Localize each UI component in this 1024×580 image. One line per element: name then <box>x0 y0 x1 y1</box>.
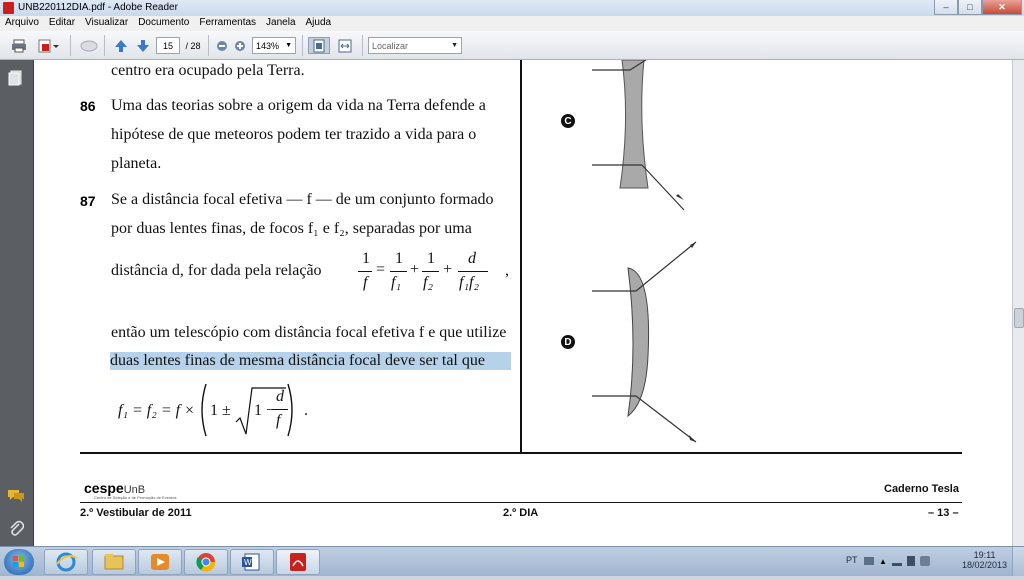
toolbar: 15 / 28 143% ▼ Localizar ▼ <box>0 31 1024 60</box>
previous-question-tail: centro era ocupado pela Terra. <box>111 62 305 79</box>
cespe-subtitle: Centro de Seleção e de Promoção de Event… <box>94 495 177 500</box>
option-c-label: C <box>561 114 575 128</box>
scrollbar-thumb[interactable] <box>1014 308 1024 328</box>
pdf-page: centro era ocupado pela Terra. 86 Uma da… <box>34 60 1012 546</box>
converging-lens-diagram <box>592 241 697 443</box>
menu-visualizar[interactable]: Visualizar <box>80 16 133 31</box>
exam-day: 2.º DIA <box>503 507 539 519</box>
tray-arrow-icon[interactable]: ▲ <box>879 557 887 566</box>
zoom-value: 143% <box>256 40 280 51</box>
column-divider <box>520 60 522 453</box>
attachments-icon[interactable] <box>8 520 25 543</box>
page-rule <box>80 452 962 454</box>
q87-line-3: distância d, for dada pela relação <box>111 262 322 279</box>
option-d-label: D <box>561 335 575 349</box>
menu-ajuda[interactable]: Ajuda <box>301 16 337 31</box>
exam-name: 2.º Vestibular de 2011 <box>80 507 192 519</box>
comments-icon[interactable] <box>6 488 26 507</box>
title-bar: UNB220112DIA.pdf - Adobe Reader – □ ✕ <box>0 0 1024 16</box>
maximize-button[interactable]: □ <box>958 0 982 15</box>
volume-icon[interactable] <box>919 556 930 566</box>
internet-explorer-icon[interactable] <box>44 549 88 575</box>
media-player-icon[interactable] <box>138 549 182 575</box>
find-input[interactable]: Localizar ▼ <box>368 37 462 54</box>
find-placeholder: Localizar <box>372 40 409 51</box>
zoom-select[interactable]: 143% ▼ <box>252 37 296 54</box>
comment-icon[interactable] <box>78 37 100 54</box>
next-page-icon[interactable] <box>134 37 152 54</box>
print-icon[interactable] <box>8 37 30 54</box>
q87-line-1: Se a distância focal efetiva — f — de um… <box>111 191 494 208</box>
keyboard-icon[interactable] <box>864 557 874 565</box>
chevron-down-icon: ▼ <box>285 42 292 49</box>
show-desktop-button[interactable] <box>1012 547 1024 576</box>
pages-icon[interactable] <box>8 70 24 91</box>
menu-documento[interactable]: Documento <box>133 16 194 31</box>
q87-line-4: então um telescópio com distância focal … <box>111 324 507 341</box>
q87-line-5-selected: duas lentes finas de mesma distância foc… <box>110 352 511 370</box>
pdf-icon <box>3 2 14 14</box>
q86-line-3: planeta. <box>111 155 162 172</box>
vertical-scrollbar[interactable] <box>1012 60 1024 546</box>
taskbar: W PT ▲ 19:11 18/02/2013 <box>0 546 1024 576</box>
network-icon[interactable] <box>891 556 902 566</box>
page-number-input[interactable]: 15 <box>156 37 180 54</box>
adobe-reader-taskbar-icon[interactable] <box>276 549 320 575</box>
diverging-lens-diagram <box>592 60 685 211</box>
share-icon[interactable] <box>36 37 64 54</box>
menu-bar: Arquivo Editar Visualizar Documento Ferr… <box>0 16 1024 31</box>
find-dropdown-icon[interactable]: ▼ <box>451 42 458 49</box>
close-button[interactable]: ✕ <box>982 0 1022 15</box>
system-tray: ▲ <box>864 553 944 569</box>
navigation-panel <box>0 60 34 546</box>
cespe-logo: cespe UnB <box>84 480 146 496</box>
zoom-out-icon[interactable] <box>214 37 230 54</box>
start-button[interactable] <box>4 549 34 575</box>
q87-line-2: por duas lentes finas, de focos f₁ e f₂,… <box>111 220 472 237</box>
file-explorer-icon[interactable] <box>92 549 136 575</box>
word-icon[interactable]: W <box>230 549 274 575</box>
menu-janela[interactable]: Janela <box>261 16 300 31</box>
menu-editar[interactable]: Editar <box>44 16 80 31</box>
menu-ferramentas[interactable]: Ferramentas <box>194 16 261 31</box>
question-86-number: 86 <box>80 98 96 114</box>
page-number: – 13 – <box>928 507 959 519</box>
window-title: UNB220112DIA.pdf - Adobe Reader <box>18 2 178 13</box>
page-total: / 28 <box>185 40 201 51</box>
svg-text:W: W <box>244 558 252 567</box>
fit-width-icon[interactable] <box>334 37 356 54</box>
language-indicator[interactable]: PT <box>846 555 858 565</box>
menu-arquivo[interactable]: Arquivo <box>0 16 44 31</box>
fit-page-icon[interactable] <box>308 37 330 54</box>
chrome-icon[interactable] <box>184 549 228 575</box>
minimize-button[interactable]: – <box>934 0 958 15</box>
clock[interactable]: 19:11 18/02/2013 <box>962 550 1007 570</box>
clock-time: 19:11 <box>973 550 996 560</box>
booklet-name: Caderno Tesla <box>884 483 959 495</box>
q86-line-2: hipótese de que meteoros podem ter trazi… <box>111 126 477 143</box>
power-icon[interactable] <box>906 556 915 566</box>
clock-date: 18/02/2013 <box>962 560 1008 570</box>
previous-page-icon[interactable] <box>112 37 130 54</box>
zoom-in-icon[interactable] <box>232 37 248 54</box>
question-87-number: 87 <box>80 193 96 209</box>
q86-line-1: Uma das teorias sobre a origem da vida n… <box>111 97 486 114</box>
